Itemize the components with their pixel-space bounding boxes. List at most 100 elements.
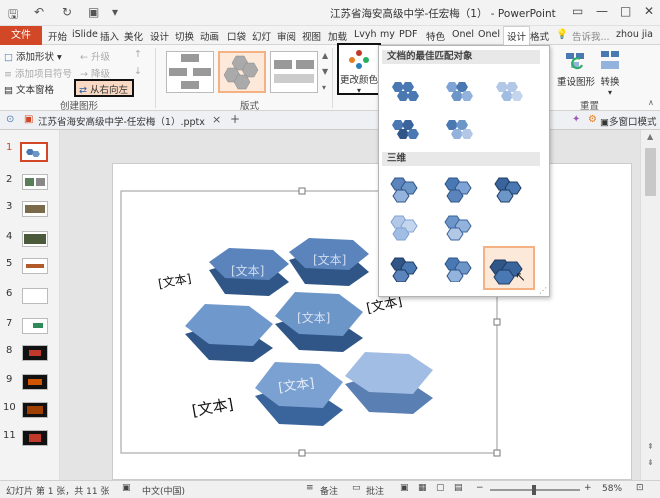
tab-beautify[interactable]: 美化 (124, 29, 143, 43)
tab-slides[interactable]: 幻灯 (252, 29, 271, 43)
slide-thumbnail-8[interactable] (22, 345, 48, 361)
tab-insert[interactable]: 插入 (100, 29, 119, 43)
layout-scroll-down-icon[interactable]: ▼ (322, 67, 328, 76)
tab-transitions[interactable]: 切换 (175, 29, 194, 43)
color-option-1[interactable] (387, 74, 423, 106)
minimize-icon[interactable]: — (596, 4, 608, 18)
hexagon-3[interactable] (185, 304, 273, 362)
tab-pocket[interactable]: 口袋 (227, 29, 246, 43)
slide-thumbnail-5[interactable] (22, 258, 48, 274)
resize-handle[interactable] (493, 449, 501, 457)
scroll-thumb[interactable] (645, 148, 656, 196)
zoom-level[interactable]: 58% (602, 484, 622, 494)
notes-icon[interactable]: ≡ (306, 483, 314, 493)
hexagon-6[interactable] (345, 352, 433, 414)
zoom-slider-thumb[interactable] (532, 485, 536, 495)
resize-handle[interactable] (493, 318, 501, 326)
color-option-3d-8-hovered[interactable]: ↖ (483, 246, 535, 290)
tab-onenote-2[interactable]: Onel (478, 29, 500, 40)
tab-lvyh[interactable]: Lvyh (354, 29, 377, 40)
hexagon-5[interactable] (255, 362, 343, 426)
tab-pdf[interactable]: PDF (399, 29, 418, 40)
slide-thumbnail-2[interactable] (22, 174, 48, 190)
color-option-3d-6[interactable] (387, 250, 423, 283)
normal-view-icon[interactable]: ▣ (400, 483, 409, 493)
tab-review[interactable]: 审阅 (277, 29, 296, 43)
side-label-left-bottom[interactable]: [文本] (191, 395, 235, 420)
move-down-icon[interactable]: ↓ (134, 66, 142, 77)
layout-scroll-up-icon[interactable]: ▲ (322, 51, 328, 60)
tab-islide[interactable]: iSlide (72, 29, 98, 40)
reading-view-icon[interactable]: ▢ (436, 483, 445, 493)
resize-grip-icon[interactable]: ⋰ (539, 286, 547, 295)
scroll-up-icon[interactable]: ▲ (647, 132, 653, 141)
slideshow-icon[interactable]: ▣ (88, 5, 99, 19)
slideshow-view-icon[interactable]: ▤ (454, 483, 463, 493)
pin-icon[interactable]: ✦ (572, 114, 580, 125)
maximize-icon[interactable]: □ (620, 4, 631, 18)
tab-onenote-1[interactable]: Onel (452, 29, 474, 40)
tab-view[interactable]: 视图 (302, 29, 321, 43)
hex-label-1[interactable]: [文本] (231, 263, 264, 278)
settings-icon[interactable]: ⚙ (588, 114, 597, 125)
slide-thumbnail-6[interactable] (22, 288, 48, 304)
slide-thumbnail-1[interactable] (20, 142, 48, 162)
color-option-3d-2[interactable] (441, 172, 477, 204)
tab-smartart-design[interactable]: 设计 (503, 26, 531, 46)
undo-icon[interactable]: ↶ (34, 5, 44, 19)
convert-button[interactable]: 转换 ▾ (598, 49, 622, 97)
color-option-2[interactable] (441, 74, 477, 106)
promote-button[interactable]: ← 升级 (80, 49, 110, 63)
layout-more-icon[interactable]: ▾ (322, 83, 326, 92)
slide-sorter-icon[interactable]: ▦ (418, 483, 427, 493)
redo-icon[interactable]: ↻ (62, 5, 72, 19)
fit-slide-icon[interactable]: ⊡ (636, 483, 644, 493)
tab-design[interactable]: 设计 (150, 29, 169, 43)
tab-animations[interactable]: 动画 (200, 29, 219, 43)
comments-button[interactable]: 批注 (366, 484, 384, 497)
tab-menu-icon[interactable]: ⊙ (6, 114, 14, 125)
tell-me-icon[interactable]: 💡 (556, 29, 568, 40)
slide-thumbnail-9[interactable] (22, 374, 48, 390)
color-option-3d-3[interactable] (491, 172, 527, 204)
slide-thumbnail-7[interactable] (22, 318, 48, 334)
close-tab-button[interactable]: × (212, 113, 221, 126)
text-pane-button[interactable]: ▤ 文本窗格 (4, 82, 54, 96)
side-label-left-top[interactable]: [文本] (157, 270, 192, 291)
language-indicator[interactable]: 中文(中国) (142, 484, 185, 497)
save-icon[interactable]: 🖫 (8, 5, 18, 26)
hex-label-2[interactable]: [文本] (313, 252, 346, 267)
close-icon[interactable]: ✕ (644, 4, 654, 18)
smartart-graphic[interactable]: [文本] [文本] [文本] [文本] [文本] [文本] (113, 164, 633, 481)
color-option-3d-4[interactable] (387, 210, 423, 242)
hex-label-3[interactable]: [文本] (297, 310, 330, 325)
color-option-3d-1[interactable] (387, 172, 423, 204)
comments-icon[interactable]: ▭ (352, 483, 361, 493)
spelling-icon[interactable]: ▣ (122, 483, 131, 493)
layout-option-3[interactable] (270, 51, 318, 93)
slide[interactable]: [文本] [文本] [文本] [文本] [文本] [文本] (112, 163, 632, 480)
new-tab-button[interactable]: + (230, 112, 240, 126)
resize-handle[interactable] (298, 449, 306, 457)
customize-icon[interactable]: ▾ (112, 5, 118, 19)
resize-handle[interactable] (298, 187, 306, 195)
layout-option-1[interactable] (166, 51, 214, 93)
slide-thumbnail-10[interactable] (22, 402, 48, 418)
slide-thumbnail-4[interactable] (22, 231, 48, 247)
zoom-in-icon[interactable]: + (584, 483, 592, 493)
color-option-4[interactable] (387, 112, 423, 144)
ribbon-options-icon[interactable]: ▭ (572, 4, 583, 18)
collapse-ribbon-icon[interactable]: ∧ (648, 98, 654, 107)
add-shape-button[interactable]: □ 添加形状 ▾ (4, 49, 62, 63)
change-colors-button[interactable]: 更改颜色 ▾ (337, 43, 381, 95)
vertical-scrollbar[interactable]: ▲ ⇞ ⇟ (640, 130, 660, 480)
document-tab[interactable]: 江苏省海安高级中学-任宏梅（1）.pptx (38, 114, 205, 128)
tab-addins[interactable]: 加载 (328, 29, 347, 43)
tab-file[interactable]: 文件 (0, 26, 42, 45)
demote-button[interactable]: → 降级 (80, 66, 110, 80)
multi-window-mode[interactable]: ▣多窗口模式 (600, 114, 657, 128)
right-to-left-button[interactable]: ⇄ 从右向左 (74, 79, 134, 97)
zoom-out-icon[interactable]: − (476, 483, 484, 493)
slide-thumbnail-3[interactable] (22, 201, 48, 217)
reset-graphic-button[interactable]: 重设图形 (556, 49, 596, 88)
